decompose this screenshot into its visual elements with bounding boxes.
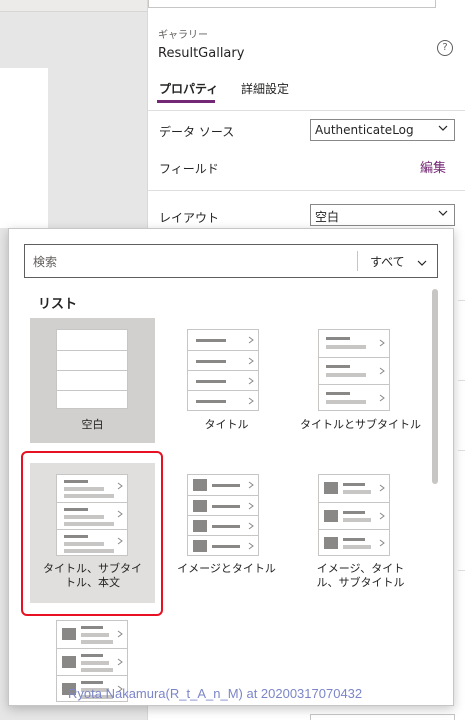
filter-value: すべて (370, 255, 405, 269)
template-label: イメージとタイトル (177, 562, 276, 575)
control-name: ResultGallary (158, 46, 245, 61)
layout-picker-popup: すべて リスト 空白 タイトル タイトルとサブタイトル (8, 228, 454, 706)
active-tab-indicator (157, 100, 215, 103)
layout-search-box: すべて (24, 244, 438, 278)
divider (148, 190, 465, 191)
image-placeholder-icon (193, 479, 207, 491)
template-thumbnail (318, 329, 390, 411)
image-placeholder-icon (193, 540, 207, 552)
data-source-label: データ ソース (159, 125, 235, 139)
divider (458, 300, 465, 301)
layout-label: レイアウト (159, 211, 220, 225)
layout-template-image-title-subtitle[interactable]: イメージ、タイトル、サブタイトル (298, 463, 423, 589)
divider (458, 380, 465, 381)
edit-fields-link[interactable]: 編集 (420, 157, 446, 176)
canvas-toolbar (0, 0, 147, 12)
image-placeholder-icon (193, 500, 207, 512)
template-label: イメージ、タイトル、サブタイトル (316, 562, 405, 589)
chevron-down-icon (438, 210, 448, 216)
divider (458, 450, 465, 451)
image-placeholder-icon (62, 628, 76, 640)
control-type-label: ギャラリー (158, 30, 208, 41)
layout-value: 空白 (315, 210, 340, 224)
image-placeholder-icon (193, 520, 207, 532)
layout-select[interactable]: 空白 (310, 204, 455, 226)
filter-dropdown[interactable]: すべて (370, 253, 427, 270)
data-source-select[interactable]: AuthenticateLog (310, 119, 455, 141)
template-thumbnail (187, 474, 259, 556)
template-thumbnail (56, 329, 128, 409)
divider (458, 570, 465, 571)
fields-label: フィールド (159, 162, 219, 176)
template-label: 空白 (81, 418, 104, 431)
template-thumbnail (318, 474, 390, 556)
search-input[interactable] (33, 253, 343, 271)
canvas-screen-preview[interactable] (0, 68, 48, 228)
tab-advanced[interactable]: 詳細設定 (241, 80, 289, 97)
image-placeholder-icon (62, 656, 76, 668)
template-label: タイトルとサブタイトル (300, 418, 421, 431)
tab-properties[interactable]: プロパティ (159, 80, 218, 97)
property-input-edge[interactable] (310, 714, 455, 720)
chevron-down-icon (417, 260, 426, 266)
formula-input-edge[interactable] (148, 0, 436, 8)
layout-template-title-subtitle[interactable]: タイトルとサブタイトル (298, 318, 423, 443)
divider (357, 251, 358, 271)
image-placeholder-icon (324, 482, 338, 494)
template-thumbnail (187, 329, 259, 411)
watermark: Ryota Nakamura(R_t_A_n_M) at 20200317070… (68, 686, 363, 701)
highlight-annotation-box (21, 451, 163, 616)
chevron-down-icon (438, 125, 448, 131)
image-placeholder-icon (324, 537, 338, 549)
image-placeholder-icon (324, 510, 338, 522)
layout-template-title[interactable]: タイトル (164, 318, 289, 443)
template-label: タイトル (204, 418, 249, 431)
scrollbar[interactable] (432, 289, 438, 484)
section-title: リスト (38, 297, 78, 312)
layout-template-image-title[interactable]: イメージとタイトル (164, 463, 289, 588)
divider (148, 110, 465, 111)
data-source-value: AuthenticateLog (315, 123, 414, 137)
help-icon[interactable]: ? (437, 40, 453, 56)
layout-template-blank[interactable]: 空白 (30, 318, 155, 443)
